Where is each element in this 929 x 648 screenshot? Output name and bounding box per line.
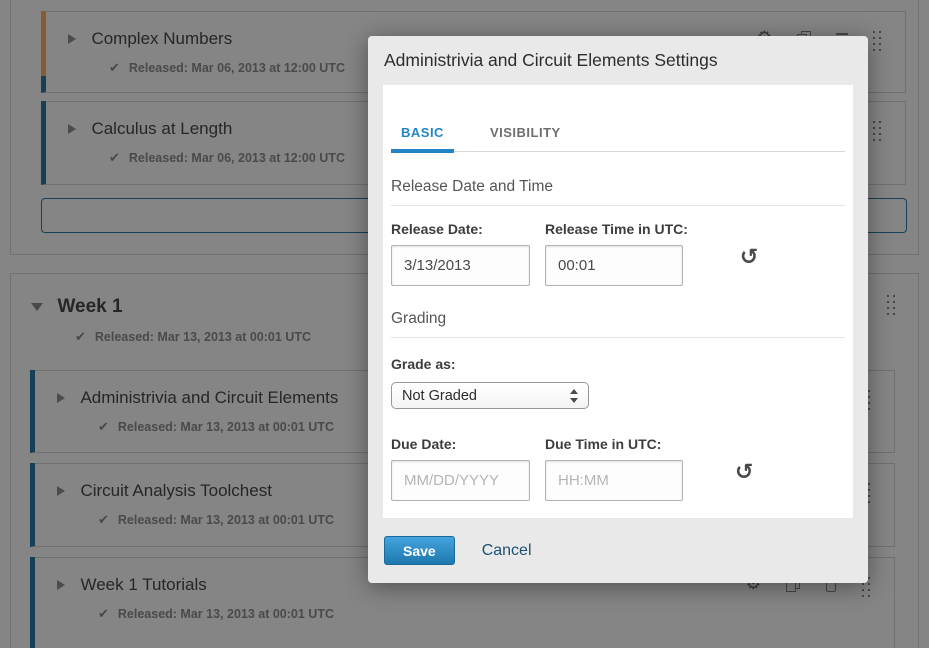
release-section-heading: Release Date and Time xyxy=(391,178,845,206)
release-date-label: Release Date: xyxy=(391,221,530,237)
reset-release-icon[interactable]: ↺ xyxy=(740,247,758,269)
modal-footer: Save Cancel xyxy=(368,518,868,583)
modal-tabs: BASIC VISIBILITY xyxy=(391,125,845,152)
course-outline-page: Complex Numbers ✔ Released: Mar 06, 2013… xyxy=(0,0,929,648)
due-date-input[interactable] xyxy=(391,460,530,501)
select-stepper-icon xyxy=(570,388,578,404)
release-time-label: Release Time in UTC: xyxy=(545,221,688,237)
due-time-label: Due Time in UTC: xyxy=(545,436,683,452)
tab-basic[interactable]: BASIC xyxy=(391,125,454,151)
save-button[interactable]: Save xyxy=(384,536,455,565)
grade-as-value: Not Graded xyxy=(402,388,477,404)
grade-as-label: Grade as: xyxy=(391,356,456,372)
grading-section-heading: Grading xyxy=(391,310,845,338)
grade-as-select[interactable]: Not Graded xyxy=(391,382,589,409)
subsection-settings-modal: Administrivia and Circuit Elements Setti… xyxy=(368,36,868,583)
modal-title: Administrivia and Circuit Elements Setti… xyxy=(384,50,718,71)
due-time-input[interactable] xyxy=(545,460,683,501)
reset-due-icon[interactable]: ↺ xyxy=(735,462,753,484)
tab-visibility[interactable]: VISIBILITY xyxy=(480,125,571,151)
modal-header: Administrivia and Circuit Elements Setti… xyxy=(368,36,868,85)
release-time-input[interactable] xyxy=(545,245,683,286)
cancel-button[interactable]: Cancel xyxy=(482,536,532,565)
release-date-input[interactable] xyxy=(391,245,530,286)
modal-body: BASIC VISIBILITY Release Date and Time R… xyxy=(383,85,853,518)
due-date-label: Due Date: xyxy=(391,436,530,452)
